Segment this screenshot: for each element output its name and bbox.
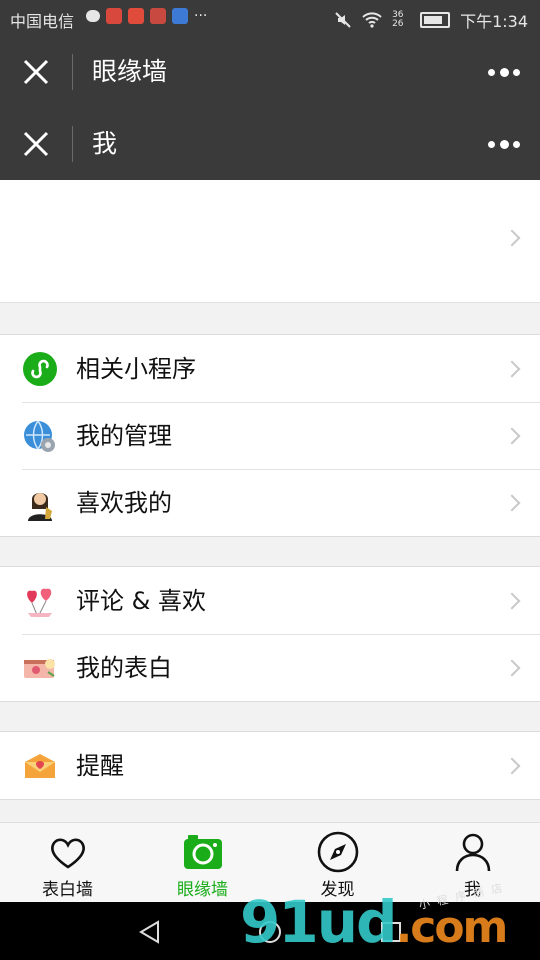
envelope-icon: [25, 754, 55, 778]
menu-item-my-management[interactable]: 我的管理: [0, 402, 540, 469]
heart-monitor-icon: [86, 10, 100, 22]
navbar-primary: 眼缘墙: [0, 36, 540, 108]
chevron-right-icon: [503, 757, 521, 775]
menu-item-reminders[interactable]: 提醒: [0, 732, 540, 799]
notification-icons: ···: [86, 8, 207, 24]
menu-item-comments-likes[interactable]: 评论 & 喜欢: [0, 567, 540, 634]
profile-card[interactable]: [0, 180, 540, 303]
mute-icon: [335, 12, 351, 28]
game-icon: [150, 8, 166, 24]
close-icon[interactable]: [20, 56, 52, 88]
menu-item-my-confessions[interactable]: 我的表白: [0, 634, 540, 701]
heart-outline-icon: [51, 838, 85, 869]
menu-group: 提醒: [0, 731, 540, 800]
menu-group: 相关小程序 我的管理 喜欢我的: [0, 334, 540, 537]
navbar-title: 眼缘墙: [92, 57, 168, 86]
menu-item-label: 相关小程序: [76, 355, 196, 383]
camera-icon: [184, 835, 222, 869]
menu-item-label: 我的管理: [76, 422, 172, 450]
tab-label: 表白墙: [42, 880, 93, 900]
menu-group: 评论 & 喜欢 我的表白: [0, 566, 540, 702]
wifi-icon: [362, 12, 382, 28]
more-options-button[interactable]: [488, 66, 520, 78]
more-dots-icon: ···: [194, 8, 208, 24]
close-icon[interactable]: [20, 128, 52, 160]
navbar-divider: [72, 126, 73, 162]
chevron-right-icon: [503, 229, 521, 247]
chevron-right-icon: [503, 659, 521, 677]
navbar-divider: [72, 54, 73, 90]
watermark-text: 91ud: [240, 888, 398, 956]
network-label: 36 26: [392, 10, 404, 29]
watermark-suffix: .com: [395, 902, 509, 953]
chevron-right-icon: [503, 360, 521, 378]
person-icon: [455, 833, 491, 872]
chevron-right-icon: [503, 427, 521, 445]
menu-item-label: 评论 & 喜欢: [76, 587, 206, 615]
mini-program-icon: [23, 352, 57, 386]
menu-item-likes-me[interactable]: 喜欢我的: [0, 469, 540, 536]
status-bar: 中国电信 ··· 36 26 下午1:34: [0, 0, 540, 36]
battery-icon: [420, 12, 451, 28]
chevron-right-icon: [503, 592, 521, 610]
book-icon: [172, 8, 188, 24]
weibo-icon: [106, 8, 122, 24]
menu-item-label: 我的表白: [76, 654, 172, 682]
navbar-secondary: 我: [0, 108, 540, 180]
globe-gear-icon: [24, 420, 55, 452]
map-pin-icon: [128, 8, 144, 24]
love-letter-icon: [24, 659, 55, 678]
menu-item-mini-programs[interactable]: 相关小程序: [0, 335, 540, 402]
menu-item-label: 提醒: [76, 752, 124, 780]
back-icon[interactable]: [138, 920, 160, 944]
chevron-right-icon: [503, 494, 521, 512]
tab-confession-wall[interactable]: 表白墙: [0, 823, 135, 903]
compass-icon: [317, 831, 359, 873]
menu-item-label: 喜欢我的: [76, 489, 172, 517]
navbar-title: 我: [92, 129, 118, 158]
more-options-button[interactable]: [488, 138, 520, 150]
heart-balloons-icon: [27, 588, 52, 618]
clock-label: 下午1:34: [460, 12, 528, 31]
carrier-label: 中国电信: [10, 12, 75, 31]
avatar-icon: [28, 493, 52, 521]
